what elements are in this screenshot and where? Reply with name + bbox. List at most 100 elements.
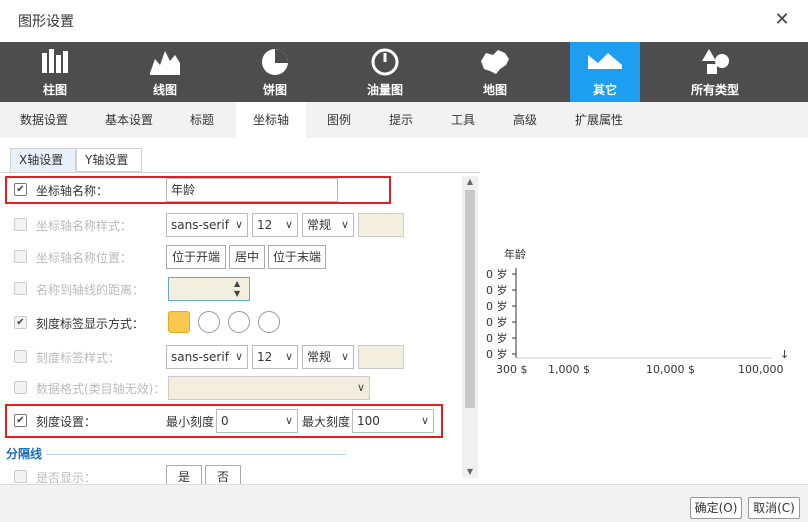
chart-type-gauge[interactable]: 油量图 — [350, 42, 420, 102]
map-china-icon — [481, 50, 509, 74]
tick-label-mode-row: ✔ 刻度标签显示方式： — [0, 309, 460, 337]
tick-font-weight-select[interactable]: 常规 ∨ — [302, 345, 354, 369]
tick-label-mode-checkbox[interactable]: ✔ — [14, 316, 27, 329]
chart-type-line-chart[interactable]: 线图 — [130, 42, 200, 102]
chart-type-bar-chart[interactable]: 柱图 — [20, 42, 90, 102]
tick-font-color-swatch[interactable] — [358, 345, 404, 369]
data-format-select[interactable]: ∨ — [168, 376, 370, 400]
tick-label-style-checkbox[interactable] — [14, 350, 27, 363]
preview-chart-svg: 年龄 ↓ 0 岁 0 岁 0 岁 0 岁 0 岁 0 岁 300 $ 1,000 $ 10,0… — [486, 247, 789, 376]
name-distance-label: 名称到轴线的距离： — [36, 283, 145, 297]
settings-tabs: 数据设置 基本设置 标题 坐标轴 图例 提示 工具 高级 扩展属性 — [0, 102, 808, 138]
chevron-down-icon: ∨ — [356, 381, 365, 394]
splitline-show-row: 是否显示： 是 否 — [0, 463, 460, 484]
data-format-row: 数据格式(类目轴无效)： ∨ — [0, 374, 460, 402]
splitline-section-title: 分隔线 — [6, 447, 43, 461]
tick-font-family-select[interactable]: sans-serif ∨ — [166, 345, 248, 369]
tab-tools[interactable]: 工具 — [438, 102, 488, 138]
chart-preview: 年龄 ↓ 0 岁 0 岁 0 岁 0 岁 0 岁 0 岁 300 $ 1,000 $ 10,0… — [486, 172, 796, 482]
chevron-down-icon: ∨ — [234, 218, 243, 231]
panel-scrollbar[interactable]: ▲ ▼ — [462, 176, 478, 478]
tab-basic-settings[interactable]: 基本设置 — [90, 102, 168, 138]
scroll-down-icon[interactable]: ▼ — [462, 466, 478, 478]
x-tick-label: 300 $ — [496, 363, 528, 376]
position-end-button[interactable]: 位于末端 — [268, 245, 326, 269]
position-middle-button[interactable]: 居中 — [229, 245, 265, 269]
chart-type-pie-chart[interactable]: 饼图 — [240, 42, 310, 102]
y-tick-label: 0 岁 — [486, 283, 508, 297]
highlight-box — [5, 404, 443, 438]
scrollbar-thumb[interactable] — [465, 190, 475, 408]
y-tick-label: 0 岁 — [486, 331, 508, 345]
spinner-arrows-icon[interactable]: ▲ ▼ — [234, 279, 240, 299]
axis-name-position-row: 坐标轴名称位置： 位于开端 居中 位于末端 — [0, 243, 460, 271]
tick-stacked-icon[interactable] — [258, 311, 280, 333]
splitline-no-button[interactable]: 否 — [205, 465, 241, 484]
x-axis-arrow-icon: ↓ — [780, 348, 789, 361]
tick-font-weight-value: 常规 — [307, 350, 332, 364]
tick-rotated-icon[interactable] — [228, 311, 250, 333]
tab-extended-props[interactable]: 扩展属性 — [562, 102, 636, 138]
tab-advanced[interactable]: 高级 — [500, 102, 550, 138]
all-types-icon — [702, 49, 729, 74]
data-format-label: 数据格式(类目轴无效)： — [36, 382, 166, 396]
axis-name-style-row: 坐标轴名称样式： sans-serif ∨ 12 ∨ 常规 ∨ — [0, 211, 460, 239]
chevron-down-icon: ∨ — [284, 350, 293, 363]
other-chart-icon — [588, 53, 622, 69]
line-chart-icon — [150, 51, 180, 75]
chevron-down-icon: ∨ — [340, 218, 349, 231]
font-size-value: 12 — [257, 218, 273, 232]
font-family-value: sans-serif — [171, 218, 229, 232]
chevron-down-icon: ∨ — [340, 350, 349, 363]
chevron-down-icon: ∨ — [234, 350, 243, 363]
font-color-swatch[interactable] — [358, 213, 404, 237]
y-tick-label: 0 岁 — [486, 347, 508, 361]
tab-data-settings[interactable]: 数据设置 — [6, 102, 82, 138]
tab-tooltip[interactable]: 提示 — [376, 102, 426, 138]
font-size-select[interactable]: 12 ∨ — [252, 213, 298, 237]
tick-font-size-select[interactable]: 12 ∨ — [252, 345, 298, 369]
tick-font-size-value: 12 — [257, 350, 273, 364]
splitline-show-label: 是否显示： — [36, 471, 97, 484]
axis-name-style-label: 坐标轴名称样式： — [36, 219, 133, 233]
tab-axis[interactable]: 坐标轴 — [236, 102, 306, 138]
ok-button[interactable]: 确定(O) — [690, 497, 742, 519]
chart-type-label: 地图 — [482, 83, 507, 97]
chart-type-label: 油量图 — [366, 83, 403, 97]
bar-chart-icon — [42, 49, 68, 73]
chart-type-label: 线图 — [152, 83, 177, 97]
x-tick-label: 10,000 $ — [646, 363, 695, 376]
cancel-button[interactable]: 取消(C) — [748, 497, 800, 519]
name-distance-checkbox[interactable] — [14, 282, 27, 295]
font-family-select[interactable]: sans-serif ∨ — [166, 213, 248, 237]
dialog-titlebar: 图形设置 ✕ — [0, 0, 808, 42]
tab-y-axis[interactable]: Y轴设置 — [76, 148, 142, 172]
close-icon[interactable]: ✕ — [772, 10, 792, 30]
tab-legend[interactable]: 图例 — [314, 102, 364, 138]
splitline-yes-button[interactable]: 是 — [166, 465, 202, 484]
scroll-up-icon[interactable]: ▲ — [462, 176, 478, 188]
gauge-icon — [371, 48, 399, 76]
tick-vertical-icon[interactable] — [198, 311, 220, 333]
chevron-down-icon: ∨ — [284, 218, 293, 231]
chart-type-map[interactable]: 地图 — [460, 42, 530, 102]
font-weight-select[interactable]: 常规 ∨ — [302, 213, 354, 237]
tick-label-style-label: 刻度标签样式： — [36, 351, 121, 365]
axis-name-style-checkbox[interactable] — [14, 218, 27, 231]
axis-form-panel: ✔ 坐标轴名称： 年龄 坐标轴名称样式： sans-serif ∨ 12 ∨ 常规 ∨… — [0, 172, 480, 484]
y-tick-label: 0 岁 — [486, 299, 508, 313]
axis-name-position-checkbox[interactable] — [14, 250, 27, 263]
tab-x-axis[interactable]: X轴设置 — [10, 148, 76, 172]
chart-type-other[interactable]: 其它 — [570, 42, 640, 102]
pie-chart-icon — [262, 49, 288, 75]
chart-type-label: 所有类型 — [690, 83, 739, 97]
x-tick-label: 100,000 — [738, 363, 784, 376]
x-tick-label: 1,000 $ — [548, 363, 590, 376]
chart-type-all[interactable]: 所有类型 — [680, 42, 750, 102]
tab-title[interactable]: 标题 — [176, 102, 228, 138]
data-format-checkbox[interactable] — [14, 381, 27, 394]
position-start-button[interactable]: 位于开端 — [166, 245, 226, 269]
tick-horizontal-icon[interactable] — [168, 311, 190, 333]
tick-font-family-value: sans-serif — [171, 350, 229, 364]
splitline-show-checkbox[interactable] — [14, 470, 27, 483]
